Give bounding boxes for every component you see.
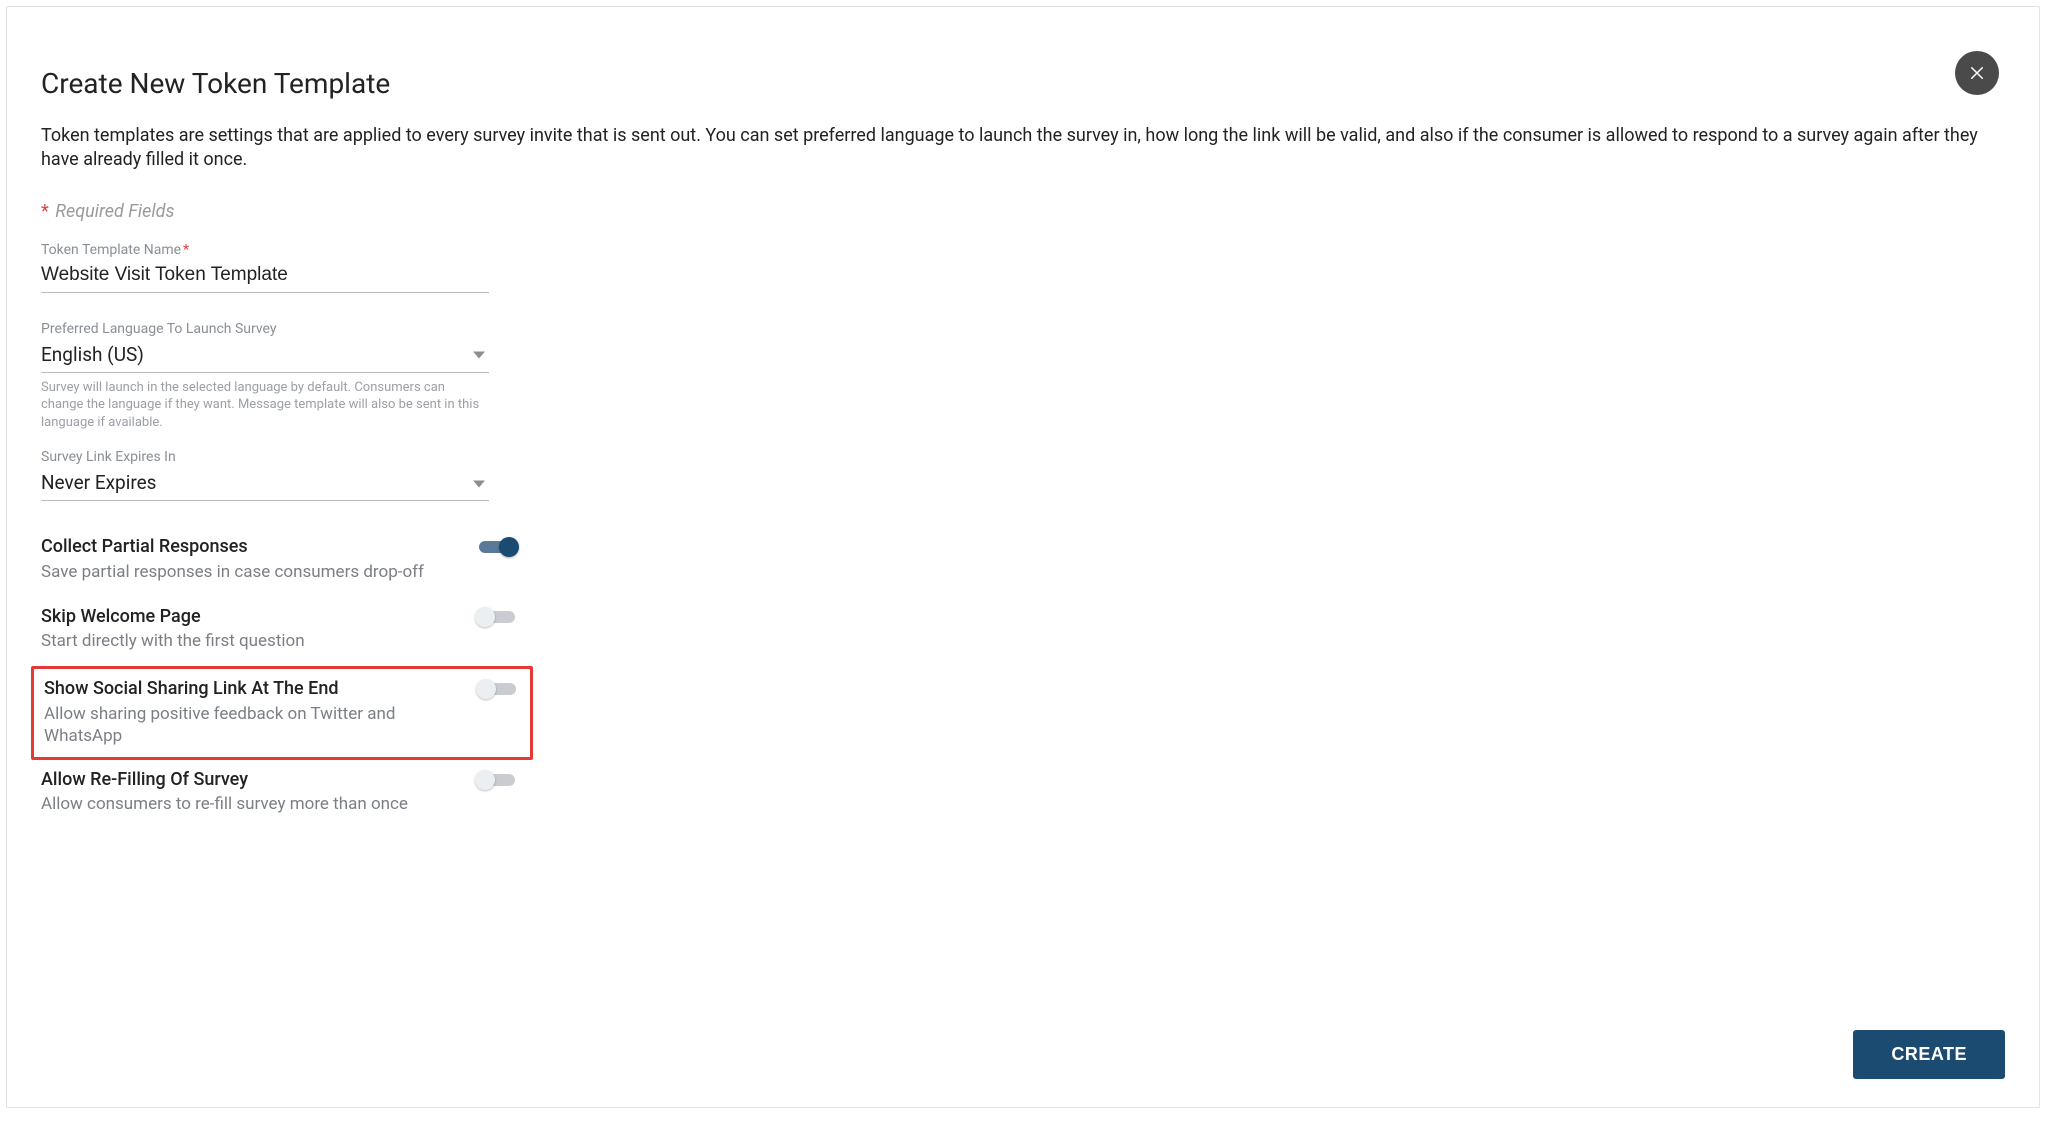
required-asterisk: * xyxy=(183,242,189,258)
toggle-switch-partial[interactable] xyxy=(475,537,519,557)
toggle-social-sharing: Show Social Sharing Link At The End Allo… xyxy=(31,666,533,760)
toggle-partial-responses: Collect Partial Responses Save partial r… xyxy=(41,527,519,596)
intro-text: Token templates are settings that are ap… xyxy=(41,124,2005,173)
dialog-panel: Create New Token Template Token template… xyxy=(6,6,2040,1108)
field-language: Preferred Language To Launch Survey Engl… xyxy=(41,321,489,432)
language-value: English (US) xyxy=(41,343,144,366)
toggle-skip-welcome: Skip Welcome Page Start directly with th… xyxy=(41,597,519,666)
toggle-switch-welcome[interactable] xyxy=(475,607,519,627)
close-button[interactable] xyxy=(1955,51,1999,95)
language-label: Preferred Language To Launch Survey xyxy=(41,321,489,337)
toggle-subtitle: Save partial responses in case consumers… xyxy=(41,561,424,583)
toggle-title: Show Social Sharing Link At The End xyxy=(44,677,444,700)
toggle-group: Collect Partial Responses Save partial r… xyxy=(41,527,519,829)
toggle-title: Collect Partial Responses xyxy=(41,535,424,558)
chevron-down-icon xyxy=(473,352,485,359)
required-fields-label: Required Fields xyxy=(55,201,174,222)
create-button[interactable]: CREATE xyxy=(1853,1030,2005,1079)
expires-label: Survey Link Expires In xyxy=(41,449,489,465)
required-asterisk: * xyxy=(41,201,49,222)
token-name-input[interactable] xyxy=(41,260,489,293)
toggle-subtitle: Allow consumers to re-fill survey more t… xyxy=(41,793,408,815)
token-name-label: Token Template Name* xyxy=(41,242,489,258)
toggle-switch-social[interactable] xyxy=(476,679,520,699)
expires-value: Never Expires xyxy=(41,471,156,494)
toggle-title: Skip Welcome Page xyxy=(41,605,305,628)
language-helper: Survey will launch in the selected langu… xyxy=(41,379,481,432)
toggle-subtitle: Allow sharing positive feedback on Twitt… xyxy=(44,703,444,747)
toggle-switch-refill[interactable] xyxy=(475,770,519,790)
page-title: Create New Token Template xyxy=(41,67,2005,100)
expires-select[interactable]: Never Expires xyxy=(41,467,489,501)
toggle-refill: Allow Re-Filling Of Survey Allow consume… xyxy=(41,760,519,829)
field-expires: Survey Link Expires In Never Expires xyxy=(41,449,489,501)
toggle-title: Allow Re-Filling Of Survey xyxy=(41,768,408,791)
required-fields-note: * Required Fields xyxy=(41,201,2005,222)
chevron-down-icon xyxy=(473,480,485,487)
language-select[interactable]: English (US) xyxy=(41,339,489,373)
toggle-subtitle: Start directly with the first question xyxy=(41,630,305,652)
form-column: Token Template Name* Preferred Language … xyxy=(41,242,489,830)
close-icon xyxy=(1968,64,1986,82)
field-token-name: Token Template Name* xyxy=(41,242,489,293)
